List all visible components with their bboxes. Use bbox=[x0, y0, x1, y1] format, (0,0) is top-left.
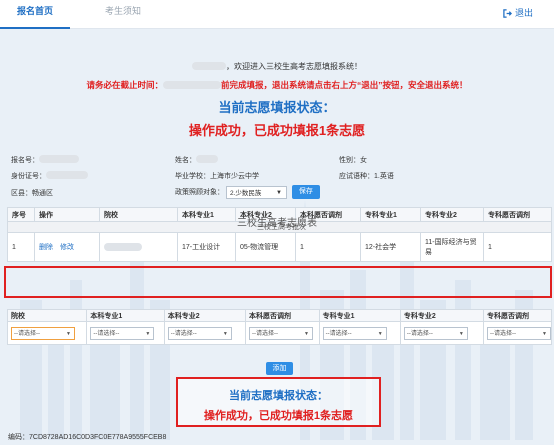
name-field: 姓名： bbox=[175, 155, 218, 165]
logout-button[interactable]: 退出 bbox=[503, 7, 533, 19]
school-label: 毕业学校： bbox=[175, 173, 210, 180]
policy-select-value: 2.少数民族 bbox=[229, 189, 262, 197]
gender-value: 女 bbox=[360, 157, 367, 164]
policy-select[interactable]: 2.少数民族 ▼ bbox=[225, 185, 287, 199]
tab-registration-home[interactable]: 报名首页 bbox=[0, 0, 70, 29]
district-label: 区县： bbox=[11, 190, 32, 197]
redacted-name bbox=[192, 62, 226, 70]
top-nav-bar: 报名首页 考生须知 退出 bbox=[0, 0, 554, 29]
name-label: 姓名： bbox=[175, 157, 196, 164]
table-title: 三校生高考志愿表 bbox=[237, 218, 317, 229]
status-title: 当前志愿填报状态： bbox=[218, 100, 336, 115]
redacted-reg-no bbox=[39, 155, 79, 163]
chevron-down-icon: ▼ bbox=[276, 189, 282, 196]
warning-prefix: 请务必在截止时间： bbox=[86, 80, 163, 90]
status-message: 操作成功，已成功填报1条志愿 bbox=[188, 123, 366, 138]
policy-field: 政策照顾对象： 2.少数民族 ▼ 保存 bbox=[175, 185, 320, 199]
save-button[interactable]: 保存 bbox=[291, 185, 320, 199]
warning-suffix: 前完成填报，退出系统请点击右上方“退出”按钮，安全退出系统！ bbox=[221, 80, 468, 90]
reg-no-label: 报名号： bbox=[11, 157, 39, 164]
welcome-message: ，欢迎进入三校生高考志愿填报系统！ bbox=[0, 61, 554, 72]
logout-icon bbox=[503, 9, 512, 18]
district-value: 畅通区 bbox=[32, 190, 53, 197]
redacted-id bbox=[46, 171, 88, 179]
language-label: 应试语种： bbox=[339, 173, 374, 180]
id-field: 身份证号： bbox=[11, 171, 88, 181]
language-value: 1.英语 bbox=[374, 173, 394, 180]
redacted-deadline bbox=[163, 81, 221, 89]
district-field: 区县：畅通区 bbox=[11, 188, 53, 198]
school-field: 毕业学校：上海市少云中学 bbox=[175, 171, 259, 181]
deadline-warning: 请务必在截止时间： 前完成填报，退出系统请点击右上方“退出”按钮，安全退出系统！ bbox=[0, 79, 554, 91]
tab-candidate-notice[interactable]: 考生须知 bbox=[83, 0, 163, 27]
school-value: 上海市少云中学 bbox=[210, 173, 259, 180]
language-field: 应试语种：1.英语 bbox=[339, 171, 394, 181]
redacted-name-value bbox=[196, 155, 218, 163]
logout-label: 退出 bbox=[514, 8, 533, 18]
policy-label: 政策照顾对象： bbox=[175, 188, 224, 196]
reg-no-field: 报名号： bbox=[11, 155, 79, 165]
main-content: ，欢迎进入三校生高考志愿填报系统！ 请务必在截止时间： 前完成填报，退出系统请点击… bbox=[0, 28, 554, 445]
gender-label: 性别： bbox=[339, 157, 360, 164]
gender-field: 性别：女 bbox=[339, 155, 367, 165]
id-label: 身份证号： bbox=[11, 173, 46, 180]
welcome-text: ，欢迎进入三校生高考志愿填报系统！ bbox=[226, 62, 362, 71]
